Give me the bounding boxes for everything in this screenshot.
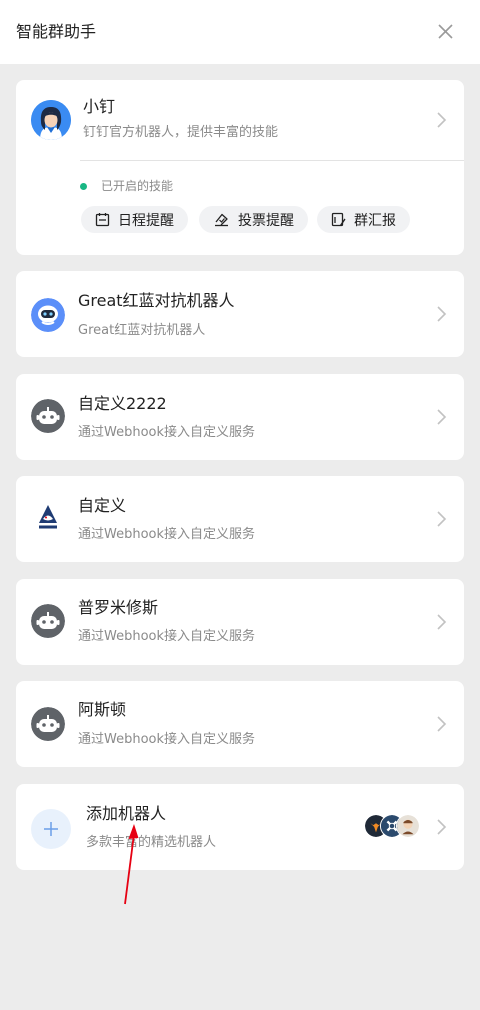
bot-name: 阿斯顿 bbox=[78, 700, 127, 719]
report-icon bbox=[331, 212, 346, 227]
bot-name: Great红蓝对抗机器人 bbox=[78, 291, 235, 310]
skills-status-label: 已开启的技能 bbox=[101, 179, 174, 193]
close-icon[interactable] bbox=[432, 20, 458, 46]
skills-status: 已开启的技能 bbox=[80, 177, 173, 195]
robot-gray-avatar bbox=[31, 604, 65, 638]
skill-chip-report[interactable]: 群汇报 bbox=[317, 206, 410, 233]
divider bbox=[80, 160, 464, 161]
bot-card[interactable]: 自定义2222 通过Webhook接入自定义服务 bbox=[16, 374, 464, 460]
chevron-right-icon bbox=[437, 614, 447, 630]
close-button[interactable] bbox=[432, 20, 458, 46]
bot-description: 通过Webhook接入自定义服务 bbox=[78, 527, 256, 542]
panel-header: 智能群助手 bbox=[0, 0, 480, 64]
shark-logo-avatar bbox=[31, 501, 65, 535]
butler-avatar bbox=[396, 814, 420, 838]
featured-bots-preview bbox=[364, 814, 424, 842]
skill-chip-label: 日程提醒 bbox=[118, 212, 174, 229]
featured-bot-card[interactable]: 小钉 钉钉官方机器人，提供丰富的技能 已开启的技能 日程提醒 投票提醒 群汇报 bbox=[16, 80, 464, 255]
skill-chip-label: 投票提醒 bbox=[238, 212, 294, 229]
skill-chip-vote[interactable]: 投票提醒 bbox=[199, 206, 308, 233]
robot-blue-avatar bbox=[31, 298, 65, 332]
vote-icon bbox=[215, 213, 228, 227]
annotation-arrow-icon bbox=[124, 824, 139, 905]
calendar-icon bbox=[95, 213, 110, 227]
plus-icon bbox=[44, 822, 58, 836]
panel-title: 智能群助手 bbox=[16, 22, 97, 41]
bot-card[interactable]: Great红蓝对抗机器人 Great红蓝对抗机器人 bbox=[16, 271, 464, 357]
bot-description: Great红蓝对抗机器人 bbox=[78, 323, 206, 338]
bot-description: 通过Webhook接入自定义服务 bbox=[78, 425, 256, 440]
bot-name: 自定义2222 bbox=[78, 394, 167, 413]
bot-name: 普罗米修斯 bbox=[78, 598, 159, 617]
xiaoding-avatar bbox=[31, 100, 71, 140]
chevron-right-icon bbox=[437, 511, 447, 527]
skill-chip-label: 群汇报 bbox=[354, 212, 396, 229]
add-bot-card[interactable]: 添加机器人 多款丰富的精选机器人 bbox=[16, 784, 464, 870]
status-dot-icon bbox=[80, 182, 87, 190]
chevron-right-icon bbox=[437, 306, 447, 322]
bot-card[interactable]: 普罗米修斯 通过Webhook接入自定义服务 bbox=[16, 579, 464, 665]
bot-name: 自定义 bbox=[78, 496, 127, 515]
bot-card[interactable]: 自定义 通过Webhook接入自定义服务 bbox=[16, 476, 464, 562]
bot-description: 通过Webhook接入自定义服务 bbox=[78, 629, 256, 644]
featured-bot-description: 钉钉官方机器人，提供丰富的技能 bbox=[83, 125, 279, 140]
add-bot-description: 多款丰富的精选机器人 bbox=[86, 835, 217, 850]
chevron-right-icon bbox=[437, 409, 447, 425]
robot-gray-avatar bbox=[31, 707, 65, 741]
bot-description: 通过Webhook接入自定义服务 bbox=[78, 732, 256, 747]
chevron-right-icon bbox=[437, 819, 447, 835]
add-bot-button[interactable] bbox=[31, 809, 71, 849]
robot-gray-avatar bbox=[31, 399, 65, 433]
featured-bot-name: 小钉 bbox=[83, 97, 116, 116]
bot-card[interactable]: 阿斯顿 通过Webhook接入自定义服务 bbox=[16, 681, 464, 767]
chevron-right-icon bbox=[437, 112, 447, 128]
chevron-right-icon bbox=[437, 716, 447, 732]
skill-chip-schedule[interactable]: 日程提醒 bbox=[81, 206, 188, 233]
